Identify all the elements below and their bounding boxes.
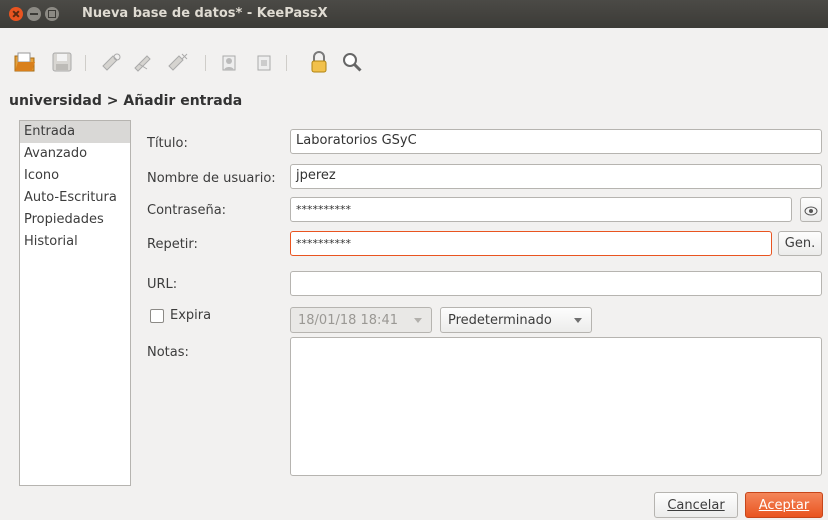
delete-entry-icon[interactable] (166, 50, 190, 74)
notes-textarea[interactable] (290, 337, 822, 476)
password-input[interactable]: ********** (290, 197, 792, 222)
breadcrumb: universidad > Añadir entrada (9, 93, 243, 109)
username-label: Nombre de usuario: (147, 171, 276, 186)
open-database-icon[interactable] (13, 50, 37, 74)
sidebar-item-icono[interactable]: Icono (20, 165, 130, 187)
accept-button[interactable]: Aceptar (745, 492, 823, 518)
expires-label: Expira (170, 308, 212, 323)
copy-password-icon[interactable] (252, 50, 276, 74)
cancel-button-label: Cancelar (667, 497, 725, 513)
generate-password-button[interactable]: Gen. (778, 231, 822, 256)
cancel-button[interactable]: Cancelar (654, 492, 738, 518)
url-input[interactable] (290, 271, 822, 296)
username-input[interactable]: jperez (290, 164, 822, 189)
expiry-datetime-field: 18/01/18 18:41 (290, 307, 432, 333)
accept-button-label: Aceptar (758, 497, 810, 513)
save-database-icon[interactable] (50, 50, 74, 74)
toolbar-separator (205, 55, 206, 71)
toggle-password-visibility-button[interactable] (800, 197, 822, 222)
expiry-preset-dropdown[interactable]: Predeterminado (440, 307, 592, 333)
repeat-password-input[interactable]: ********** (290, 231, 772, 256)
minimize-window-button[interactable] (27, 7, 41, 21)
expiry-preset-value: Predeterminado (448, 312, 552, 328)
category-list: Entrada Avanzado Icono Auto-Escritura Pr… (19, 120, 131, 486)
expiry-datetime-value: 18/01/18 18:41 (298, 312, 398, 328)
chevron-down-icon (574, 318, 582, 323)
url-label: URL: (147, 277, 178, 292)
title-input[interactable]: Laboratorios GSyC (290, 129, 822, 154)
search-icon[interactable] (340, 50, 364, 74)
sidebar-item-entrada[interactable]: Entrada (20, 121, 130, 143)
sidebar-item-avanzado[interactable]: Avanzado (20, 143, 130, 165)
expires-checkbox[interactable] (150, 309, 164, 323)
toolbar-separator (85, 55, 86, 71)
window-title: Nueva base de datos* - KeePassX (82, 6, 328, 21)
maximize-window-button[interactable] (45, 7, 59, 21)
sidebar-item-historial[interactable]: Historial (20, 231, 130, 253)
eye-icon (804, 206, 818, 215)
edit-entry-icon[interactable] (132, 50, 156, 74)
title-bar: Nueva base de datos* - KeePassX (0, 0, 828, 28)
sidebar-item-auto-escritura[interactable]: Auto-Escritura (20, 187, 130, 209)
sidebar-item-propiedades[interactable]: Propiedades (20, 209, 130, 231)
notes-label: Notas: (147, 345, 189, 360)
close-window-button[interactable] (9, 7, 23, 21)
chevron-down-icon (414, 318, 422, 323)
repeat-label: Repetir: (147, 237, 198, 252)
password-label: Contraseña: (147, 203, 227, 218)
add-entry-icon[interactable] (100, 50, 124, 74)
copy-username-icon[interactable] (218, 50, 242, 74)
title-label: Título: (147, 136, 188, 151)
toolbar-separator (286, 55, 287, 71)
toolbar (0, 28, 828, 76)
lock-icon[interactable] (307, 50, 331, 74)
